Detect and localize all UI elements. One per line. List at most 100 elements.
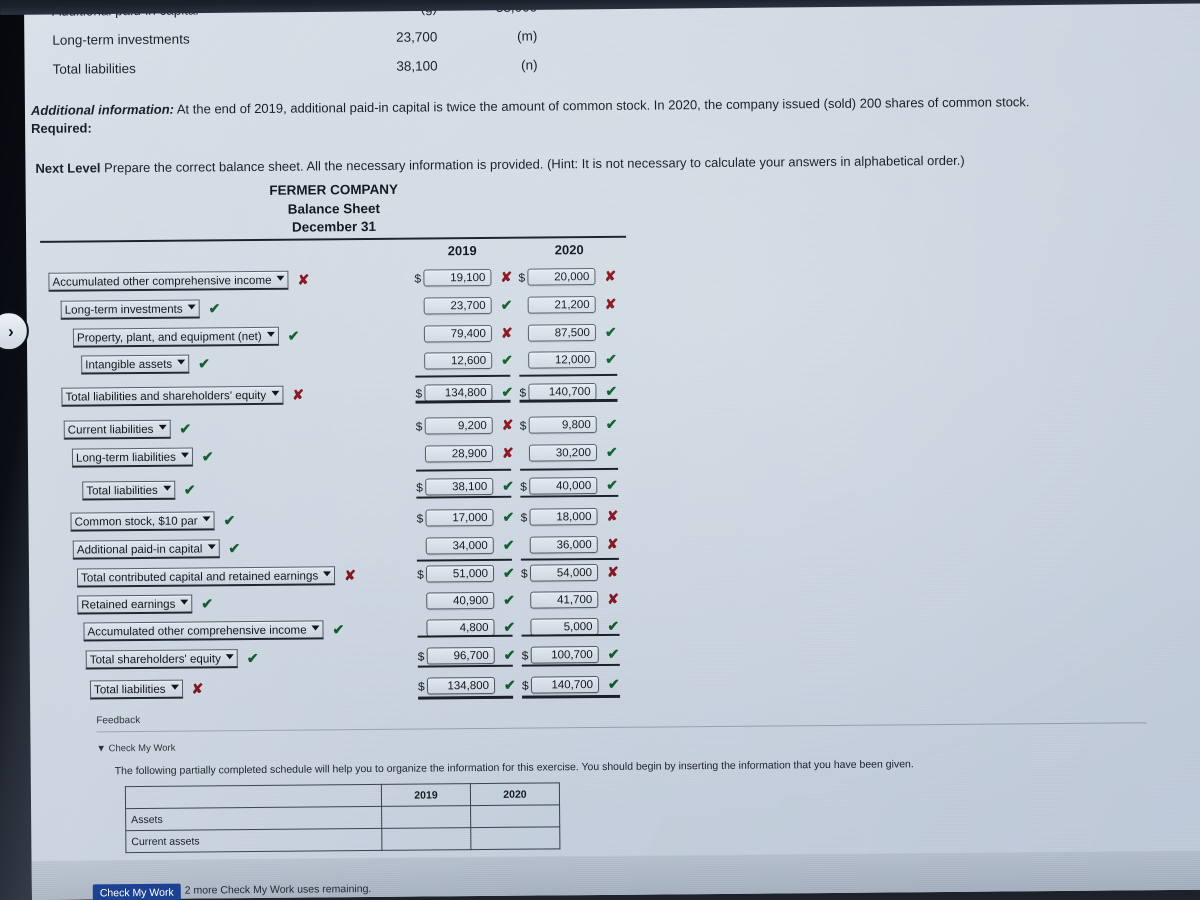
account-select[interactable]: Accumulated other comprehensive income xyxy=(83,620,324,642)
account-select[interactable]: Property, plant, and equipment (net) xyxy=(72,326,279,348)
chevron-down-icon xyxy=(170,684,179,690)
amount-input-2019[interactable]: 34,000 xyxy=(425,536,494,555)
chevron-right-icon: › xyxy=(7,321,14,341)
subtotal-rule xyxy=(416,558,512,562)
account-select[interactable]: Total liabilities and shareholders' equi… xyxy=(61,385,284,407)
amount-input-2020[interactable]: 36,000 xyxy=(529,536,598,554)
amount-input-2020[interactable]: 18,000 xyxy=(529,508,598,526)
amount-cell-2019: 23,700 ✔ xyxy=(415,297,513,315)
amount-input-2020[interactable]: 100,700 xyxy=(530,646,599,664)
balance-sheet-row: Common stock, $10 par ✔ xyxy=(70,508,235,534)
amount-input-2019[interactable]: 9,200 xyxy=(424,416,493,435)
next-question-button[interactable]: › xyxy=(0,310,30,352)
amount-input-2020[interactable]: 54,000 xyxy=(529,564,599,582)
exercise-page: Additional paid-in capital (g) 38,000 Lo… xyxy=(0,0,1200,900)
account-select[interactable]: Common stock, $10 par xyxy=(70,511,215,532)
amount-input-2019[interactable]: 96,700 xyxy=(426,646,495,665)
schedule-header-2020: 2020 xyxy=(470,782,560,806)
subtotal-rule xyxy=(521,633,620,637)
balance-sheet-row: Total contributed capital and retained e… xyxy=(76,563,356,590)
dollar-sign: $ xyxy=(416,480,424,495)
account-select-value: Accumulated other comprehensive income xyxy=(87,623,307,638)
amount-input-2020[interactable]: 87,500 xyxy=(527,324,596,342)
amount-input-2020[interactable]: 140,700 xyxy=(530,676,600,694)
given-row: Total liabilities 38,100 (n) xyxy=(53,58,538,77)
amount-input-2019[interactable]: 51,000 xyxy=(425,564,495,583)
amount-input-2020[interactable]: 9,800 xyxy=(528,416,597,434)
amount-input-2019[interactable]: 40,900 xyxy=(426,591,495,610)
account-select[interactable]: Accumulated other comprehensive income xyxy=(48,270,289,292)
amount-input-2020[interactable]: 140,700 xyxy=(528,383,597,401)
amount-input-2019[interactable]: 12,600 xyxy=(424,351,493,370)
incorrect-cross-icon: ✘ xyxy=(606,563,619,580)
column-header-2019: 2019 xyxy=(447,243,477,259)
additional-information: Additional information: At the end of 20… xyxy=(31,93,1151,118)
amount-input-2019[interactable]: 4,800 xyxy=(426,618,495,637)
amount-input-2020[interactable]: 5,000 xyxy=(530,618,599,636)
dollar-sign: $ xyxy=(415,386,423,401)
amount-cell-2020: 87,500 ✔ xyxy=(519,324,617,342)
subtotal-rule xyxy=(520,494,619,498)
correct-check-icon: ✔ xyxy=(501,351,513,368)
feedback-panel: Feedback ▼ Check My Work The following p… xyxy=(96,706,1147,853)
subtotal-rule xyxy=(521,663,620,667)
correct-check-icon: ✔ xyxy=(502,477,515,494)
amount-input-2019[interactable]: 38,100 xyxy=(425,477,494,496)
incorrect-cross-icon: ✘ xyxy=(500,324,513,341)
amount-input-2020[interactable]: 12,000 xyxy=(528,351,597,369)
account-select[interactable]: Intangible assets xyxy=(81,354,190,375)
account-select[interactable]: Additional paid-in capital xyxy=(72,539,220,560)
chevron-down-icon xyxy=(266,331,275,337)
schedule-cell-label: Assets xyxy=(125,806,382,831)
amount-cell-2019: 40,900 ✔ xyxy=(417,592,515,610)
amount-cell-2020: $20,000 ✘ xyxy=(518,268,616,286)
amount-input-2020[interactable]: 40,000 xyxy=(529,477,598,495)
balance-sheet-row: Property, plant, and equipment (net) ✔ xyxy=(72,324,300,351)
subtotal-rule xyxy=(417,634,513,638)
amount-cell-2020: 21,200 ✘ xyxy=(519,296,617,314)
given-value-2019: 38,100 xyxy=(396,58,438,74)
incorrect-cross-icon: ✘ xyxy=(604,267,617,284)
account-select[interactable]: Total liabilities xyxy=(89,679,183,700)
account-select[interactable]: Total liabilities xyxy=(82,480,175,501)
check-my-work-toggle[interactable]: ▼ Check My Work xyxy=(96,734,1146,755)
amount-input-2019[interactable]: 19,100 xyxy=(423,268,492,287)
amount-input-2019[interactable]: 134,800 xyxy=(426,676,496,695)
table-row: Current assets xyxy=(125,826,560,853)
amount-input-2020[interactable]: 20,000 xyxy=(527,268,596,286)
correct-check-icon: ✔ xyxy=(502,536,515,553)
amount-cell-2020: $140,700 ✔ xyxy=(522,676,620,694)
amount-input-2020[interactable]: 21,200 xyxy=(527,296,596,314)
correct-check-icon: ✔ xyxy=(183,481,196,498)
correct-check-icon: ✔ xyxy=(223,512,236,529)
correct-check-icon: ✔ xyxy=(605,443,618,460)
schedule-cell-label: Current assets xyxy=(125,828,382,853)
account-select[interactable]: Total contributed capital and retained e… xyxy=(76,566,336,588)
balance-sheet-row: Long-term liabilities ✔ xyxy=(71,444,214,470)
grand-total-rule xyxy=(418,695,514,700)
amount-input-2019[interactable]: 23,700 xyxy=(423,296,492,315)
check-my-work-button[interactable]: Check My Work xyxy=(92,883,181,900)
account-select[interactable]: Long-term liabilities xyxy=(71,447,193,468)
amount-input-2019[interactable]: 134,800 xyxy=(424,383,493,402)
statement-title: Balance Sheet xyxy=(287,200,381,217)
account-select[interactable]: Retained earnings xyxy=(77,594,193,615)
correct-check-icon: ✔ xyxy=(503,591,516,608)
correct-check-icon: ✔ xyxy=(228,540,241,557)
amount-input-2019[interactable]: 28,900 xyxy=(424,444,494,463)
account-select[interactable]: Current liabilities xyxy=(63,419,171,440)
dollar-sign: $ xyxy=(519,385,527,400)
given-label: Total liabilities xyxy=(52,61,136,77)
amount-input-2020[interactable]: 41,700 xyxy=(530,591,599,609)
account-select-value: Current liabilities xyxy=(67,422,154,437)
amount-input-2019[interactable]: 17,000 xyxy=(425,508,494,527)
dollar-sign: $ xyxy=(520,479,528,494)
amount-input-2020[interactable]: 30,200 xyxy=(528,444,598,462)
account-select[interactable]: Total shareholders' equity xyxy=(85,649,238,670)
correct-check-icon: ✔ xyxy=(607,645,620,662)
dollar-sign: $ xyxy=(518,270,526,285)
dollar-sign: $ xyxy=(417,679,425,694)
account-select[interactable]: Long-term investments xyxy=(60,299,200,320)
correct-check-icon: ✔ xyxy=(502,508,515,525)
amount-input-2019[interactable]: 79,400 xyxy=(423,324,493,343)
